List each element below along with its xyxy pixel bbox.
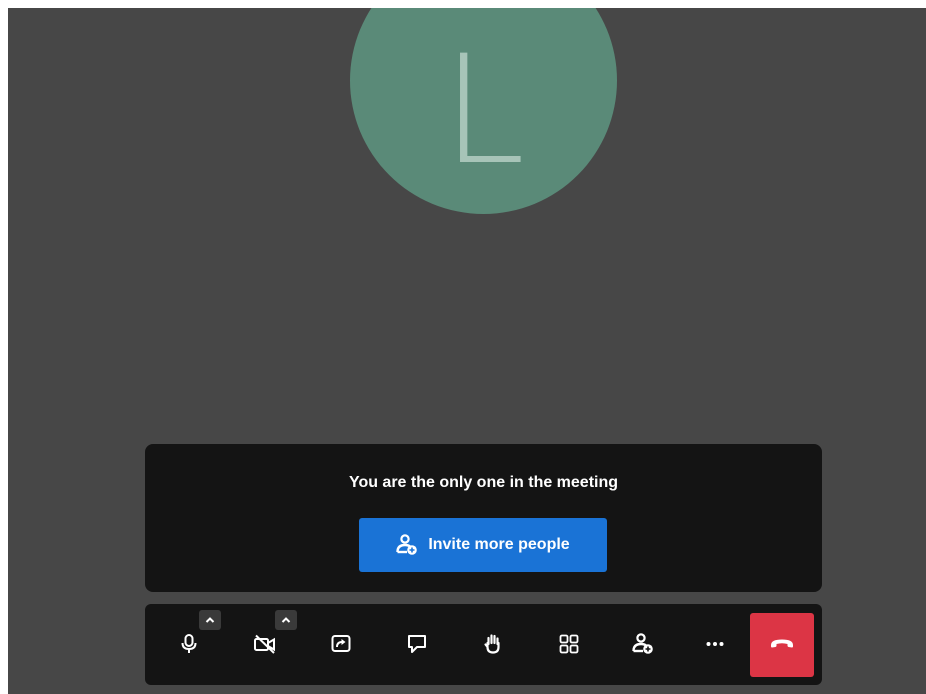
hangup-icon: [769, 636, 795, 655]
person-add-icon: [632, 633, 654, 655]
microphone-icon: [178, 633, 200, 655]
chevron-up-icon: [205, 611, 215, 629]
screen-share-icon: [330, 633, 352, 655]
grid-icon: [558, 633, 580, 655]
video-settings-toggle[interactable]: [275, 610, 297, 630]
more-icon: [704, 633, 726, 655]
chat-button[interactable]: [385, 612, 449, 676]
alone-notice: You are the only one in the meeting Invi…: [145, 444, 822, 592]
meeting-stage: L You are the only one in the meeting In…: [8, 8, 926, 694]
audio-settings-toggle[interactable]: [199, 610, 221, 630]
participants-button[interactable]: [611, 612, 675, 676]
tile-view-button[interactable]: [537, 612, 601, 676]
notice-message: You are the only one in the meeting: [348, 474, 619, 491]
invite-label: Invite more people: [428, 536, 570, 553]
share-screen-button[interactable]: [309, 612, 373, 676]
video-off-icon: [253, 633, 277, 655]
raise-hand-button[interactable]: [461, 612, 525, 676]
meeting-toolbar: [145, 604, 822, 685]
avatar-initial: L: [441, 23, 526, 198]
person-add-icon: [396, 534, 418, 556]
invite-more-people-button[interactable]: Invite more people: [359, 518, 607, 572]
participant-avatar: L: [350, 8, 617, 214]
chat-icon: [406, 633, 428, 655]
hang-up-button[interactable]: [750, 613, 814, 677]
chevron-up-icon: [281, 611, 291, 629]
more-options-button[interactable]: [683, 612, 747, 676]
hand-icon: [482, 633, 504, 655]
